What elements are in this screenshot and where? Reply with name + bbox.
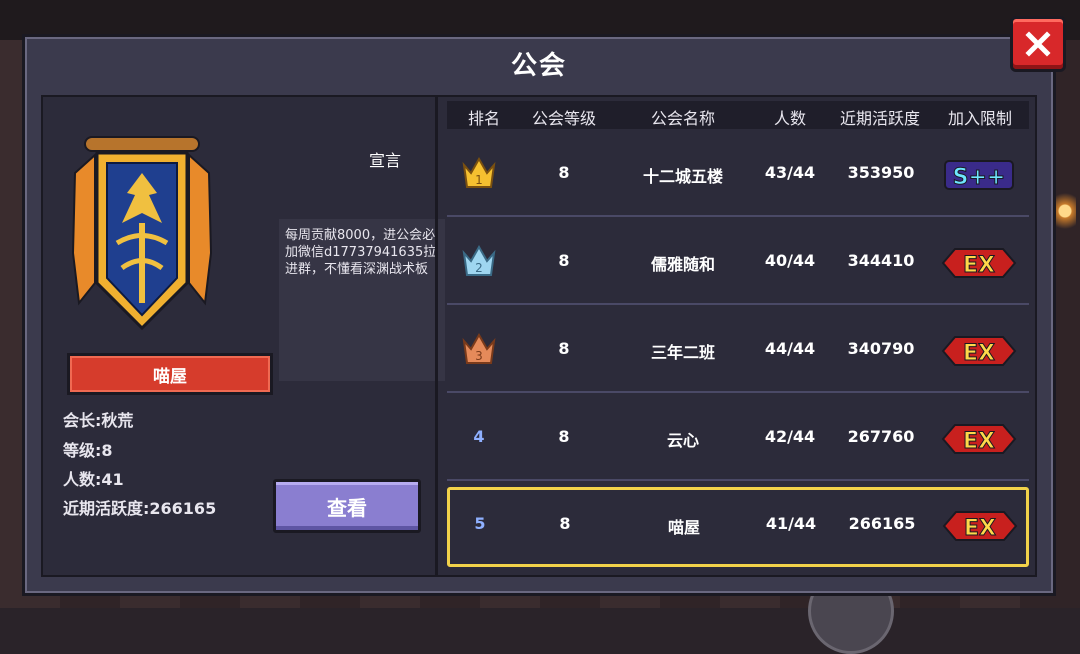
guild-info-section: 每周贡献8000，进公会必加微信d17737941635拉进群，不懂看深渊战术板…: [43, 97, 445, 575]
table-row-highlighted[interactable]: 5 8 喵屋 41/44 266165 EX: [447, 487, 1029, 567]
header-members: 人数: [773, 109, 806, 128]
guild-panel: 公会 每周贡献8000，进公会必加微信d17737941635拉进群，不懂看深渊…: [22, 34, 1056, 596]
ex-badge-icon: EX: [941, 248, 1017, 279]
table-row[interactable]: 2 8 儒雅随和 40/44 344410 EX: [447, 217, 1029, 305]
row-activity: 344410: [847, 251, 915, 270]
manifesto-label: 宣言: [368, 151, 401, 170]
close-button[interactable]: [1010, 16, 1066, 72]
guild-ranking-table: 排名 公会等级 公会名称 人数 近期活跃度 加入限制 1 8 十二城五楼 43/…: [447, 101, 1029, 567]
header-level: 公会等级: [531, 109, 596, 128]
row-guild-name: 十二城五楼: [642, 167, 723, 186]
section-divider: [435, 97, 438, 575]
row-guild-name: 云心: [666, 431, 699, 450]
row5-limit: EX: [964, 516, 996, 541]
silver-crown-icon: 2: [462, 244, 496, 276]
row-activity: 340790: [847, 339, 915, 358]
row2-limit: EX: [963, 253, 995, 278]
row1-limit: S++: [953, 165, 1006, 190]
ex-badge-icon: EX: [941, 336, 1017, 367]
row-level: 8: [558, 427, 570, 446]
row2-rank: 2: [475, 261, 483, 275]
manifesto-box: 每周贡献8000，进公会必加微信d17737941635拉进群，不懂看深渊战术板: [279, 219, 445, 381]
row-level: 8: [558, 163, 570, 182]
row-activity: 353950: [847, 163, 915, 182]
lamp-icon: [1054, 190, 1076, 260]
s-plus-plus-badge-icon: S++: [944, 160, 1014, 191]
row3-rank: 3: [475, 349, 483, 363]
row-guild-name: 儒雅随和: [650, 255, 715, 274]
header-activity: 近期活跃度: [839, 109, 920, 128]
guild-emblem-icon: [71, 136, 213, 331]
bronze-crown-icon: 3: [462, 332, 496, 364]
row-guild-name: 喵屋: [667, 518, 700, 537]
gold-crown-icon: 1: [462, 156, 496, 188]
guild-members: 人数:41: [63, 470, 124, 489]
guild-leader: 会长:秋荒: [63, 411, 134, 430]
panel-inner: 每周贡献8000，进公会必加微信d17737941635拉进群，不懂看深渊战术板…: [41, 95, 1037, 577]
manifesto-text: 每周贡献8000，进公会必加微信d17737941635拉进群，不懂看深渊战术板: [285, 228, 437, 277]
row-members: 44/44: [764, 339, 816, 358]
row4-limit: EX: [963, 429, 995, 454]
row-guild-name: 三年二班: [650, 343, 715, 362]
ex-badge-icon: EX: [941, 424, 1017, 455]
row-level: 8: [558, 339, 570, 358]
close-icon: [1025, 31, 1051, 57]
table-header: 排名 公会等级 公会名称 人数 近期活跃度 加入限制: [447, 101, 1029, 129]
row-activity: 267760: [847, 427, 915, 446]
row-members: 42/44: [764, 427, 816, 446]
guild-activity: 近期活跃度:266165: [63, 499, 217, 518]
header-join-limit: 加入限制: [947, 109, 1012, 128]
guild-level: 等级:8: [63, 441, 113, 460]
table-row[interactable]: 1 8 十二城五楼 43/44 353950 S++: [447, 129, 1029, 217]
row-rank: 5: [474, 514, 486, 533]
row-rank: 4: [473, 427, 485, 446]
table-row[interactable]: 4 8 云心 42/44 267760 EX: [447, 393, 1029, 481]
guild-name-banner: 喵屋: [67, 353, 273, 395]
row-level: 8: [559, 514, 571, 533]
ex-badge-icon: EX: [942, 511, 1018, 542]
row-level: 8: [558, 251, 570, 270]
row-members: 40/44: [764, 251, 816, 270]
header-name: 公会名称: [650, 109, 715, 128]
row-activity: 266165: [848, 514, 916, 533]
row-members: 43/44: [764, 163, 816, 182]
table-row[interactable]: 3 8 三年二班 44/44 340790 EX: [447, 305, 1029, 393]
row1-rank: 1: [475, 173, 483, 187]
view-button[interactable]: 查看: [273, 479, 421, 533]
row-members: 41/44: [765, 514, 817, 533]
panel-title: 公会: [510, 51, 567, 81]
row3-limit: EX: [963, 341, 995, 366]
header-rank: 排名: [467, 109, 500, 128]
